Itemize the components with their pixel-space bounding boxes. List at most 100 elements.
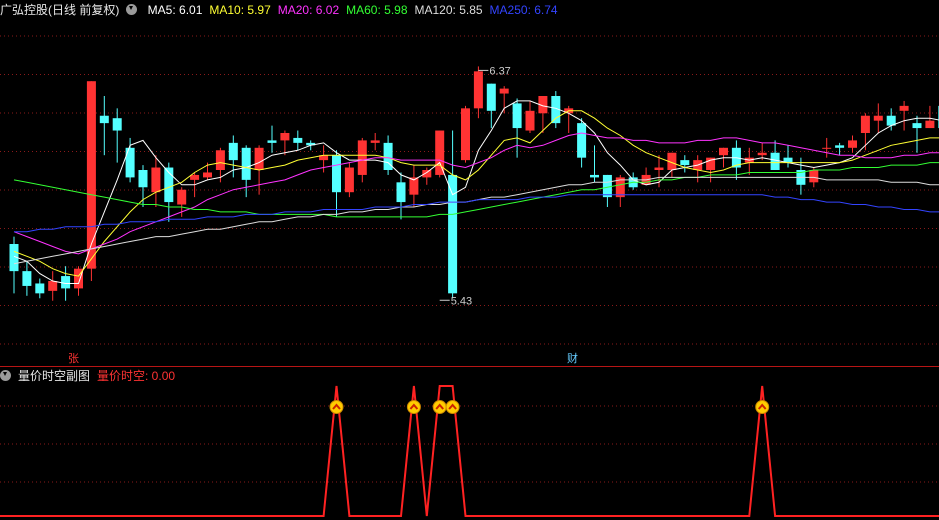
candle-body (848, 140, 857, 148)
candle (796, 157, 806, 195)
ma-legend-ma20: MA20: 6.02 (277, 3, 340, 17)
candle (22, 261, 32, 296)
candle (151, 155, 161, 207)
candle-body (499, 88, 509, 94)
signal-marker-icon (329, 400, 344, 414)
main-legend: 广弘控股(日线 前复权) MA5: 6.01 MA10: 5.97 MA20: 6.… (0, 0, 565, 20)
dropdown-toggle-icon[interactable] (0, 370, 11, 381)
candle (48, 271, 58, 301)
indicator-title: 量价时空副图 (18, 369, 91, 383)
candle (486, 83, 496, 129)
candle-body (241, 147, 251, 180)
ma-legend-ma10: MA10: 5.97 (209, 3, 271, 17)
candle-body (461, 108, 470, 161)
candle-body (293, 137, 303, 143)
ma-legend-ma5: MA5: 6.01 (147, 3, 203, 17)
candle-body (344, 167, 354, 193)
signal-marker-icon (445, 400, 460, 414)
candle (848, 135, 857, 153)
candle-body (925, 120, 935, 129)
candle-body (525, 110, 535, 131)
candle (267, 125, 277, 153)
candle (74, 266, 83, 296)
candle (873, 103, 883, 133)
indicator-value: 量价时空: 0.00 (97, 369, 176, 383)
candle (835, 142, 845, 156)
candle-body (48, 281, 58, 291)
signal-marker-icon (432, 400, 447, 414)
candle (770, 140, 780, 170)
sub-legend: 量价时空副图 量价时空: 0.00 (0, 366, 182, 386)
candle (899, 100, 909, 131)
candle-body (512, 103, 522, 129)
candle-body (267, 140, 277, 143)
candle-body (602, 174, 612, 198)
candle-body (332, 155, 341, 193)
candle-body (860, 115, 870, 133)
candle (332, 150, 341, 217)
candle (822, 137, 832, 158)
signal-marker-icon (755, 400, 770, 414)
candle-body (590, 174, 599, 178)
indicator-panel (0, 385, 939, 517)
ma-line-ma250 (14, 194, 939, 233)
ma-legend-ma120: MA120: 5.85 (414, 3, 483, 17)
candle (370, 133, 380, 151)
candle (86, 81, 96, 281)
candle (383, 135, 393, 175)
candle-body (35, 283, 45, 294)
candle-body (770, 152, 780, 170)
candle-body (835, 145, 845, 148)
candle (473, 66, 483, 119)
price-annotation: 6.37 (478, 65, 511, 77)
candle (409, 165, 419, 207)
signal-marker-icon (406, 400, 421, 414)
candle-body (280, 133, 290, 141)
candle (9, 236, 19, 294)
dropdown-toggle-icon[interactable] (126, 4, 138, 15)
candle-body (809, 170, 819, 183)
candle (667, 152, 677, 178)
candle-body (138, 170, 148, 188)
candle-body (899, 105, 909, 111)
candle (99, 96, 109, 156)
candle (564, 105, 574, 133)
annotation-label: 5.43 (451, 295, 472, 307)
candle (912, 115, 922, 153)
candle (461, 105, 470, 163)
candle-body (912, 123, 922, 129)
annotation-label: 6.37 (489, 65, 510, 77)
candle-body (177, 189, 187, 205)
marker-cai: 财 (567, 353, 578, 365)
candle-body (61, 276, 71, 289)
candle-body (680, 160, 690, 166)
candle-body (125, 147, 135, 178)
candle-body (396, 182, 406, 203)
candle-body (435, 130, 445, 175)
candle (783, 145, 793, 168)
candle (293, 130, 303, 151)
candle-body (486, 83, 496, 111)
candle-body (228, 142, 238, 161)
candle-body (654, 167, 664, 170)
candle (602, 174, 612, 207)
ma-line-ma10 (13, 110, 939, 277)
candle (512, 98, 522, 158)
candle-body (86, 81, 96, 269)
candle (35, 278, 45, 299)
candle-body (577, 123, 587, 158)
candle-body (190, 174, 200, 180)
candle-body (151, 167, 161, 193)
candle-body (215, 150, 225, 170)
kline-panel: 6.37 5.43 (0, 35, 939, 345)
candle-body (370, 140, 380, 143)
candle (525, 100, 535, 133)
candle (138, 165, 148, 207)
candle (680, 155, 690, 173)
candle-body (254, 147, 264, 170)
candle (577, 118, 587, 168)
candle (164, 162, 174, 222)
candle-body (422, 170, 432, 178)
candle (112, 108, 122, 163)
candle (228, 135, 238, 178)
